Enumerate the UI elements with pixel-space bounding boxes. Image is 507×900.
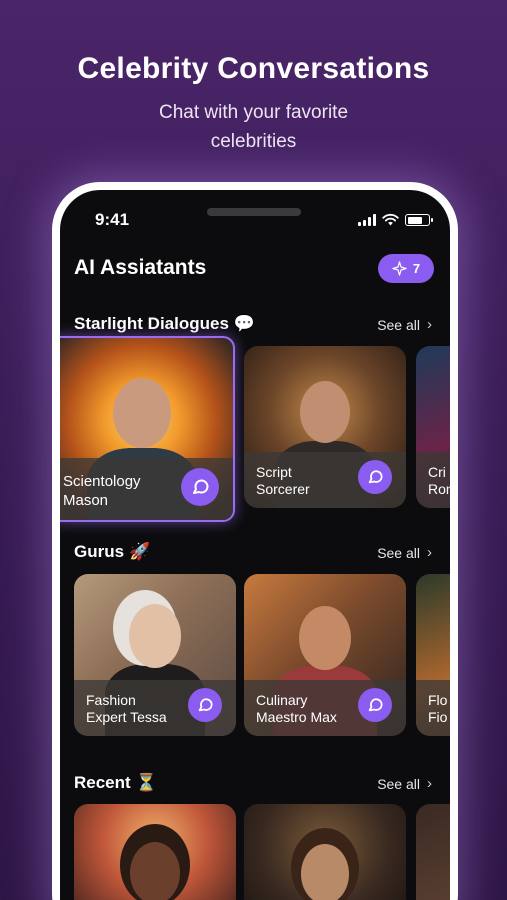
chat-button[interactable] <box>188 688 222 722</box>
card-label-line1: Flo <box>428 692 448 708</box>
credits-button[interactable]: 7 <box>378 254 434 283</box>
promo-subtitle-line1: Chat with your favorite <box>158 102 349 123</box>
portrait-face <box>300 381 350 443</box>
battery-icon <box>405 214 433 226</box>
card-partial-starlight[interactable]: Cri Ron <box>416 346 450 508</box>
card-label: Script Sorcerer <box>256 464 310 498</box>
section-title-gurus-label: Gurus <box>74 542 125 561</box>
card-label: Culinary Maestro Max <box>256 692 337 726</box>
signal-icon <box>358 214 376 226</box>
chat-icon <box>198 698 213 712</box>
see-all-gurus-label: See all <box>377 544 420 561</box>
card-label: Cri Ron <box>428 464 450 498</box>
portrait-face <box>301 844 349 900</box>
card-label: Fashion Expert Tessa <box>86 692 167 726</box>
card-label-line1: Scientology <box>63 473 141 490</box>
section-title-gurus: Gurus 🚀 <box>74 542 150 562</box>
credits-count: 7 <box>412 261 421 276</box>
promo-subtitle-line2: celebrities <box>210 131 297 152</box>
section-title-recent-label: Recent <box>74 773 131 792</box>
chevron-right-icon: › <box>427 316 432 333</box>
see-all-starlight-label: See all <box>377 316 420 333</box>
card-recent-2[interactable] <box>244 804 406 900</box>
section-title-recent: Recent ⏳ <box>74 773 157 793</box>
card-fashion-expert-tessa[interactable]: Fashion Expert Tessa <box>74 574 236 736</box>
section-title-starlight-label: Starlight Dialogues <box>74 314 229 333</box>
portrait-face <box>299 606 351 670</box>
card-label-line2: Maestro Max <box>256 709 337 725</box>
promo-title: Celebrity Conversations <box>77 52 430 85</box>
card-script-sorcerer[interactable]: Script Sorcerer <box>244 346 406 508</box>
see-all-recent[interactable]: See all › <box>377 775 432 792</box>
portrait-face <box>129 604 181 668</box>
notch <box>207 208 301 216</box>
chat-icon <box>368 698 383 712</box>
section-title-starlight: Starlight Dialogues 💬 <box>74 314 255 334</box>
card-scientology-mason[interactable]: Scientology Mason <box>60 336 235 522</box>
card-label-line2: Expert Tessa <box>86 709 167 725</box>
card-label-line1: Culinary <box>256 692 308 708</box>
status-icons <box>358 213 433 226</box>
card-label-line1: Fashion <box>86 692 136 708</box>
card-label: Scientology Mason <box>63 472 141 510</box>
phone-screen: 9:41 AI Assiatants 7 Starlight Dialogues… <box>60 190 450 900</box>
sparkle-icon <box>392 261 407 276</box>
speech-bubble-icon: 💬 <box>233 314 256 333</box>
card-label: Flo Fio <box>428 692 447 726</box>
card-label-line1: Script <box>256 464 292 480</box>
chat-button[interactable] <box>358 688 392 722</box>
chat-button[interactable] <box>358 460 392 494</box>
chat-icon <box>193 479 209 494</box>
portrait-face <box>113 378 171 448</box>
chat-icon <box>368 470 383 484</box>
card-label-line2: Ron <box>428 481 450 497</box>
card-recent-partial[interactable] <box>416 804 450 900</box>
hourglass-icon: ⏳ <box>135 773 157 792</box>
card-label-line1: Cri <box>428 464 446 480</box>
card-culinary-maestro-max[interactable]: Culinary Maestro Max <box>244 574 406 736</box>
chevron-right-icon: › <box>427 775 432 792</box>
status-time: 9:41 <box>95 210 130 229</box>
card-label-line2: Mason <box>63 492 109 509</box>
chevron-right-icon: › <box>427 544 432 561</box>
wifi-icon <box>382 213 399 226</box>
see-all-gurus[interactable]: See all › <box>377 544 432 561</box>
app-title: AI Assiatants <box>74 256 207 279</box>
card-label-line2: Fio <box>428 709 448 725</box>
card-label-line2: Sorcerer <box>256 481 310 497</box>
phone-frame: 9:41 AI Assiatants 7 Starlight Dialogues… <box>52 182 458 900</box>
chat-button[interactable] <box>181 468 219 506</box>
card-partial-gurus[interactable]: Flo Fio <box>416 574 450 736</box>
portrait-face <box>130 842 180 900</box>
see-all-recent-label: See all <box>377 775 420 792</box>
see-all-starlight[interactable]: See all › <box>377 316 432 333</box>
rocket-icon: 🚀 <box>129 542 151 561</box>
promo-subtitle: Chat with your favorite celebrities <box>0 98 507 156</box>
card-recent-1[interactable] <box>74 804 236 900</box>
